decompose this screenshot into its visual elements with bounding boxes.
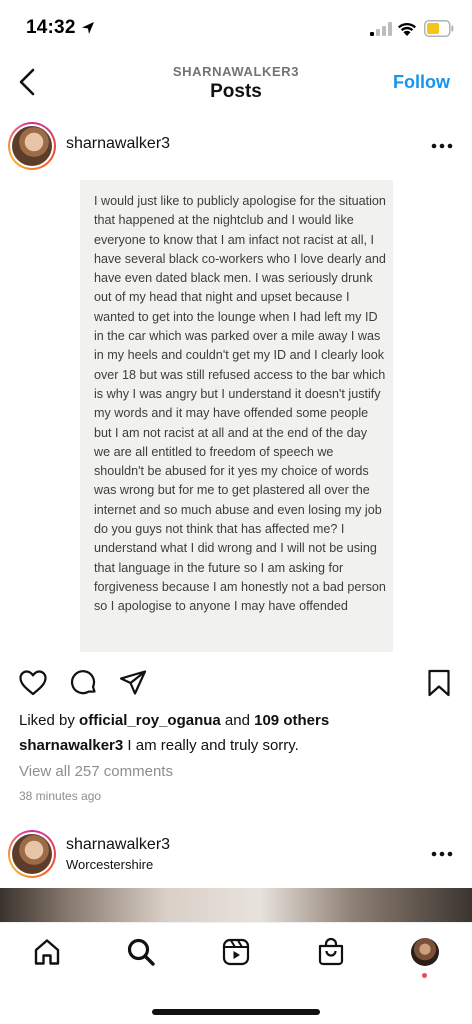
share-icon[interactable] bbox=[118, 668, 148, 698]
shop-icon bbox=[318, 937, 344, 966]
post-caption: sharnawalker3 I am really and truly sorr… bbox=[19, 737, 459, 754]
post-actions bbox=[0, 664, 472, 704]
search-icon bbox=[127, 938, 155, 966]
post-username[interactable]: sharnawalker3 bbox=[66, 836, 170, 854]
likes-prefix: Liked by bbox=[19, 712, 75, 729]
post-timestamp: 38 minutes ago bbox=[19, 789, 102, 803]
apology-note: I would just like to publicly apologise … bbox=[80, 180, 393, 652]
view-comments-link[interactable]: View all 257 comments bbox=[19, 763, 173, 780]
likes-and: and bbox=[224, 712, 250, 729]
home-indicator[interactable] bbox=[152, 1009, 320, 1015]
avatar-image bbox=[12, 834, 52, 874]
nav-search[interactable] bbox=[126, 937, 156, 967]
status-time: 14:32 bbox=[26, 17, 76, 38]
comment-icon[interactable] bbox=[68, 668, 98, 698]
likes-user[interactable]: official_roy_oganua bbox=[79, 712, 221, 729]
more-options-icon[interactable] bbox=[430, 136, 454, 156]
note-text: I would just like to publicly apologise … bbox=[94, 194, 386, 614]
nav-profile[interactable] bbox=[410, 937, 440, 967]
post-header: sharnawalker3 Worcestershire bbox=[0, 826, 472, 882]
caption-username[interactable]: sharnawalker3 bbox=[19, 737, 123, 754]
home-icon bbox=[34, 939, 60, 965]
caption-text: I am really and truly sorry. bbox=[127, 737, 299, 754]
location-arrow-icon bbox=[82, 22, 94, 34]
heart-icon[interactable] bbox=[18, 668, 48, 698]
avatar[interactable] bbox=[8, 122, 56, 170]
reels-icon bbox=[222, 938, 250, 966]
avatar[interactable] bbox=[8, 830, 56, 878]
post-location[interactable]: Worcestershire bbox=[66, 857, 153, 872]
nav-shop[interactable] bbox=[316, 937, 346, 967]
more-options-icon[interactable] bbox=[430, 844, 454, 864]
wifi-icon bbox=[398, 22, 416, 36]
post-header: sharnawalker3 bbox=[0, 120, 472, 172]
bottom-nav bbox=[0, 922, 472, 1024]
notification-dot bbox=[422, 973, 427, 978]
nav-reels[interactable] bbox=[221, 937, 251, 967]
battery-icon bbox=[424, 20, 454, 37]
nav-home[interactable] bbox=[32, 937, 62, 967]
bookmark-icon[interactable] bbox=[424, 668, 454, 698]
post-username[interactable]: sharnawalker3 bbox=[66, 135, 170, 153]
likes-summary[interactable]: Liked by official_roy_oganua and 109 oth… bbox=[19, 712, 329, 729]
post-image[interactable]: I would just like to publicly apologise … bbox=[0, 178, 472, 654]
signal-icon bbox=[370, 22, 392, 36]
top-header: SHARNAWALKER3 Posts Follow bbox=[0, 58, 472, 118]
likes-others[interactable]: 109 others bbox=[254, 712, 329, 729]
profile-avatar bbox=[411, 938, 439, 966]
follow-button[interactable]: Follow bbox=[393, 72, 450, 93]
status-bar: 14:32 bbox=[0, 0, 472, 58]
post-image[interactable] bbox=[0, 888, 472, 922]
avatar-image bbox=[12, 126, 52, 166]
